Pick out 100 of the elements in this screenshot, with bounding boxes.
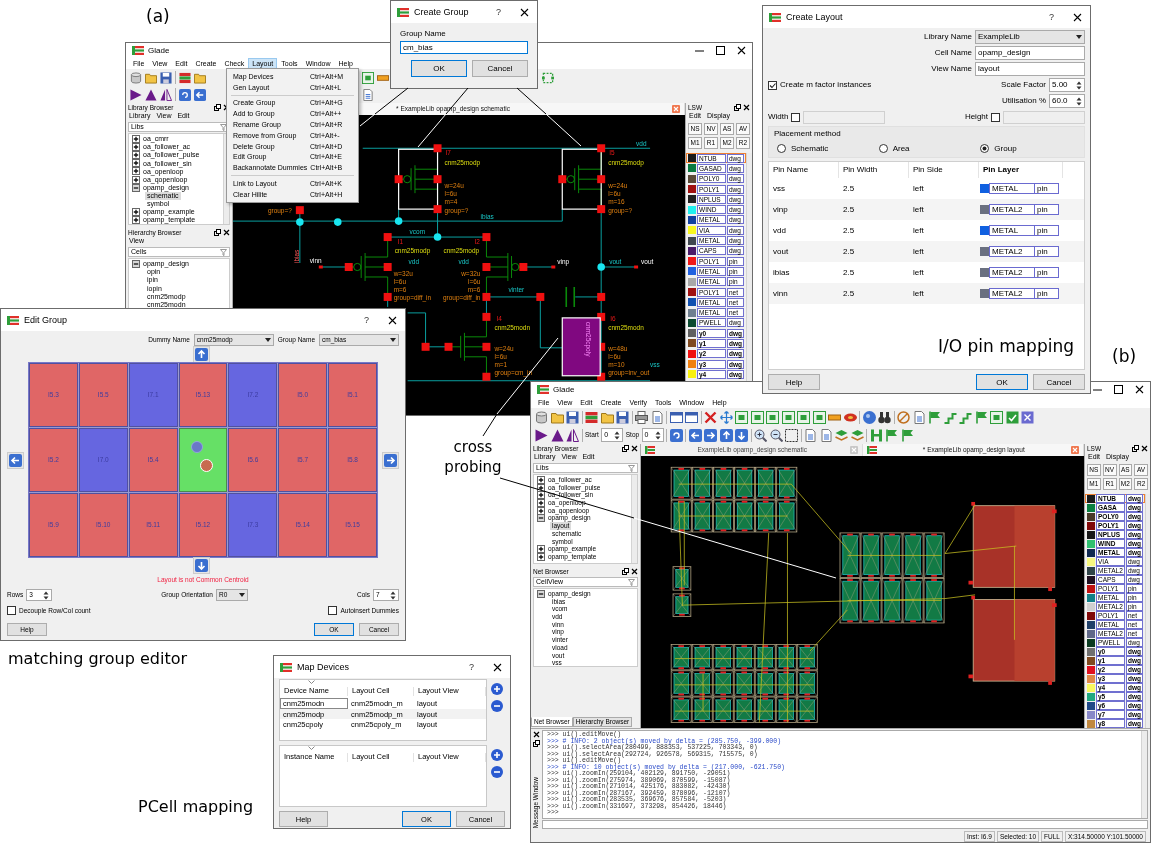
float-icon[interactable] <box>734 104 741 111</box>
move-icon[interactable] <box>719 410 733 424</box>
help-button[interactable]: ? <box>469 661 474 673</box>
step-icon[interactable] <box>959 410 972 424</box>
scrollbar[interactable] <box>746 153 752 381</box>
checkbox[interactable] <box>791 112 801 122</box>
rotate-icon[interactable] <box>179 88 191 101</box>
arrow-up-icon[interactable] <box>719 428 733 442</box>
ball-icon[interactable] <box>862 410 876 424</box>
plus-box-icon[interactable] <box>537 491 545 500</box>
move-left-button[interactable] <box>7 451 24 469</box>
zoom-out-icon[interactable] <box>769 428 783 442</box>
flip-icon[interactable] <box>566 428 579 442</box>
add-icon[interactable] <box>491 683 503 695</box>
cross-icon[interactable] <box>704 410 717 424</box>
cancel-button[interactable]: Cancel <box>1033 374 1085 390</box>
scrollbar[interactable] <box>631 475 637 563</box>
checkbox[interactable] <box>991 112 1000 122</box>
float-icon[interactable] <box>214 104 221 111</box>
document-icon[interactable] <box>804 428 818 442</box>
stacked-bars-icon[interactable] <box>585 410 598 424</box>
triangle-icon[interactable] <box>145 88 157 101</box>
play-icon[interactable] <box>130 88 142 101</box>
document-icon[interactable] <box>650 410 664 424</box>
layer-purpose[interactable]: pin <box>1035 225 1059 237</box>
document-icon[interactable] <box>912 410 926 424</box>
spin-arrows-icon[interactable] <box>1076 80 1082 90</box>
no-entry-icon[interactable] <box>897 410 910 424</box>
close-icon[interactable] <box>1135 385 1144 394</box>
layer-name[interactable]: METAL <box>989 225 1035 237</box>
group-name-field[interactable]: cm_bias <box>400 41 528 55</box>
close-icon[interactable] <box>737 46 746 55</box>
rotate-icon[interactable] <box>669 428 683 442</box>
folder-icon[interactable] <box>145 71 157 84</box>
plus-box-icon[interactable] <box>537 545 545 554</box>
minus-box-icon[interactable] <box>132 260 140 269</box>
float-icon[interactable] <box>1132 445 1139 452</box>
folder-icon[interactable] <box>550 410 564 424</box>
layers-icon[interactable] <box>835 428 849 442</box>
zoom-in-icon[interactable] <box>754 428 768 442</box>
spin-arrows-icon[interactable] <box>43 590 50 600</box>
binoculars-icon[interactable] <box>878 410 891 424</box>
library-name-dropdown[interactable]: ExampleLib <box>975 30 1085 44</box>
ok-button[interactable]: OK <box>976 374 1028 390</box>
plus-box-icon[interactable] <box>132 175 140 184</box>
layer-purpose[interactable]: pin <box>1035 288 1059 300</box>
arrow-left-icon[interactable] <box>194 88 206 101</box>
maximize-icon[interactable] <box>716 46 725 55</box>
group-tile[interactable] <box>178 428 228 492</box>
float-icon[interactable] <box>622 445 629 452</box>
radio-button[interactable] <box>980 144 990 154</box>
scrollbar[interactable] <box>1141 731 1147 818</box>
folder-icon[interactable] <box>194 71 206 84</box>
plus-box-icon[interactable] <box>132 151 140 160</box>
layer-name[interactable]: METAL2 <box>989 288 1035 300</box>
close-icon[interactable] <box>520 7 529 17</box>
plus-box-icon[interactable] <box>132 207 140 216</box>
utilisation-field[interactable]: 60.0 <box>1049 94 1085 108</box>
layer-purpose[interactable]: pin <box>1035 204 1059 216</box>
close-icon[interactable] <box>631 568 638 575</box>
height-field[interactable] <box>1003 110 1085 124</box>
minus-box-icon[interactable] <box>537 514 545 523</box>
layer-purpose[interactable]: pin <box>1035 183 1059 195</box>
plus-box-icon[interactable] <box>132 135 140 144</box>
layer-purpose[interactable]: pin <box>1035 246 1059 258</box>
dot-icon[interactable] <box>190 441 203 453</box>
radio-button[interactable] <box>878 144 888 154</box>
spin-arrows-icon[interactable] <box>654 430 661 440</box>
play-icon[interactable] <box>535 428 548 442</box>
layers-icon[interactable] <box>850 428 864 442</box>
close-icon[interactable] <box>631 445 638 452</box>
cell-name-field[interactable]: opamp_design <box>975 46 1085 60</box>
column-header[interactable]: Pin Layer <box>979 162 1063 179</box>
plus-box-icon[interactable] <box>537 475 545 484</box>
flag-icon[interactable] <box>900 428 914 442</box>
plus-box-icon[interactable] <box>132 143 140 152</box>
arrow-right-icon[interactable] <box>704 428 718 442</box>
plus-box-icon[interactable] <box>132 167 140 176</box>
command-input[interactable] <box>542 820 1148 829</box>
box-icon[interactable] <box>735 410 748 424</box>
plus-box-icon[interactable] <box>132 159 140 168</box>
scrollbar[interactable] <box>1145 494 1150 728</box>
maximize-icon[interactable] <box>1114 385 1123 394</box>
minus-box-icon[interactable] <box>132 183 140 192</box>
layer-name[interactable]: METAL2 <box>989 267 1035 279</box>
add-icon[interactable] <box>491 749 503 761</box>
spin-arrows-icon[interactable] <box>390 590 396 600</box>
cancel-button[interactable]: Cancel <box>472 60 528 78</box>
flag-icon[interactable] <box>974 410 988 424</box>
help-button[interactable]: ? <box>1049 11 1054 23</box>
window-icon[interactable] <box>685 410 698 424</box>
layer-name[interactable]: METAL2 <box>989 204 1035 216</box>
close-icon[interactable] <box>223 229 230 236</box>
plus-box-icon[interactable] <box>537 552 545 561</box>
move-down-button[interactable] <box>192 557 210 574</box>
column-header[interactable]: Pin Width <box>839 162 909 179</box>
minus-box-icon[interactable] <box>537 589 545 598</box>
float-icon[interactable] <box>622 568 629 575</box>
box-icon[interactable] <box>362 71 374 84</box>
box-icon[interactable] <box>990 410 1003 424</box>
